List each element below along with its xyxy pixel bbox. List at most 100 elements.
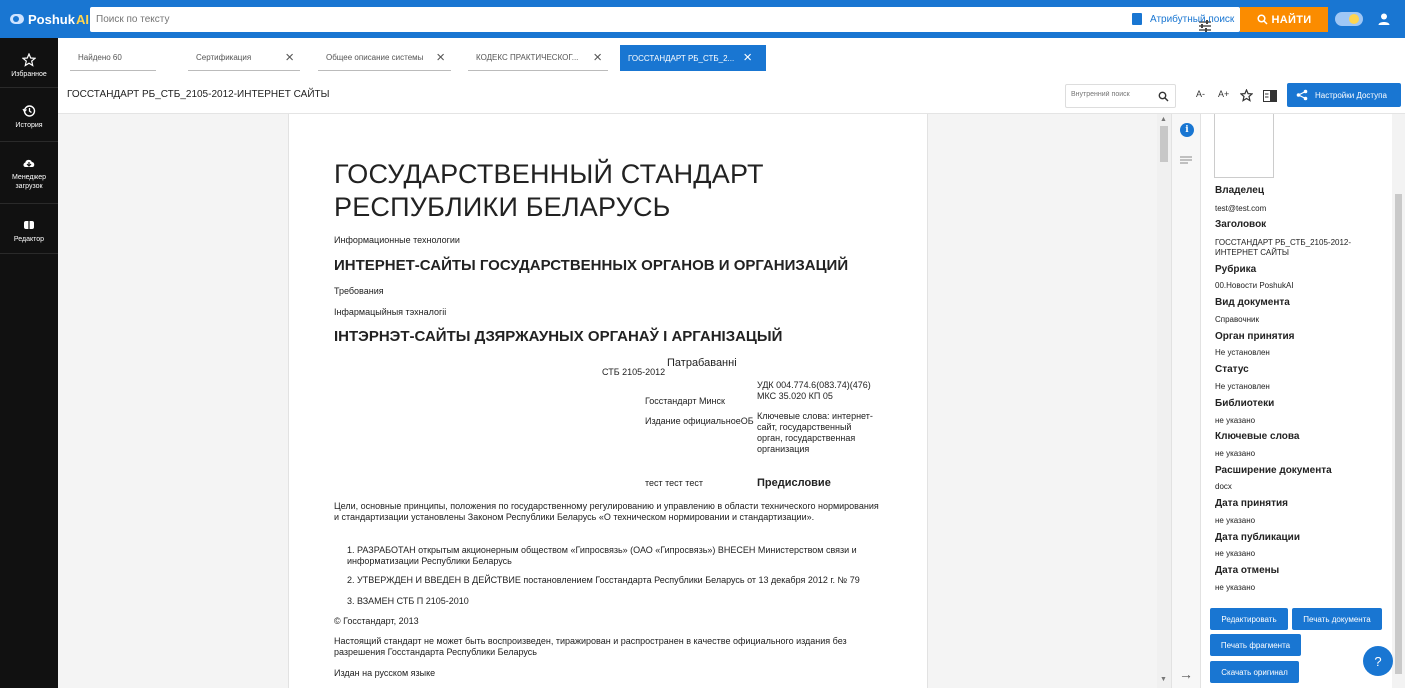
font-increase-button[interactable]: A+ <box>1218 89 1229 99</box>
doc-test: тест тест тест <box>645 478 703 488</box>
sidebar: Избранное История Менеджер загрузок Реда… <box>0 38 58 688</box>
logo-icon <box>10 14 24 24</box>
tab-system-description[interactable]: Общее описание системы × <box>318 45 451 71</box>
user-icon[interactable] <box>1377 12 1391 26</box>
meta-label: Орган принятия <box>1215 331 1295 342</box>
doc-notice: Настоящий стандарт не может быть воспрои… <box>334 636 847 657</box>
arrow-right-icon[interactable]: → <box>1179 666 1193 682</box>
share-icon <box>1296 89 1308 101</box>
attribute-search-button[interactable]: Атрибутный поиск <box>1132 12 1234 26</box>
close-icon[interactable]: × <box>285 50 294 65</box>
doc-language: Издан на русском языке <box>334 668 436 678</box>
doc-goals-paragraph: Цели, основные принципы, положения по го… <box>334 501 879 522</box>
sidebar-item-label: Редактор <box>13 236 45 243</box>
meta-label: Дата принятия <box>1215 498 1288 509</box>
search-input[interactable] <box>96 11 996 28</box>
meta-label: Рубрика <box>1215 264 1257 275</box>
close-icon[interactable]: × <box>593 50 602 65</box>
doc-requirements: Требования <box>334 286 384 296</box>
find-button-label: НАЙТИ <box>1271 13 1312 26</box>
document-icon <box>1132 13 1142 25</box>
cloud-download-icon <box>23 159 35 167</box>
doc-foreword: Предисловие <box>757 477 831 489</box>
document-thumbnail[interactable] <box>1214 114 1274 178</box>
meta-label: Библиотеки <box>1215 398 1275 409</box>
sidebar-item-label: Избранное <box>11 71 47 78</box>
sidebar-item-editor[interactable]: Редактор <box>0 204 58 254</box>
print-fragment-button[interactable]: Печать фрагмента <box>1210 634 1301 656</box>
font-decrease-button[interactable]: A- <box>1196 89 1205 99</box>
doc-list-item-2: 2. УТВЕРЖДЕН И ВВЕДЕН В ДЕЙСТВИЕ постано… <box>347 575 860 585</box>
search-icon <box>1256 14 1268 25</box>
close-icon[interactable]: × <box>743 50 752 65</box>
search-icon[interactable] <box>1158 91 1169 102</box>
reader-mode-icon[interactable] <box>1263 90 1277 102</box>
metadata-scrollbar[interactable] <box>1392 114 1405 688</box>
doc-gosstandart-minsk: Госстандарт Минск <box>645 396 725 406</box>
history-icon <box>22 105 36 117</box>
meta-label: Заголовок <box>1215 219 1267 230</box>
help-button[interactable]: ? <box>1363 646 1393 676</box>
theme-toggle[interactable] <box>1335 12 1363 26</box>
meta-label: Статус <box>1215 364 1249 375</box>
doc-mks: МКС 35.020 КП 05 <box>757 391 833 401</box>
editor-icon <box>24 221 34 229</box>
meta-label: Дата отмены <box>1215 565 1280 576</box>
logo-ai-text: AI <box>75 11 89 27</box>
tab-practice-code[interactable]: КОДЕКС ПРАКТИЧЕСКОГ... × <box>468 45 608 71</box>
scroll-down-icon[interactable]: ▼ <box>1160 676 1167 683</box>
document-header: ГОССТАНДАРТ РБ_СТБ_2105-2012-ИНТЕРНЕТ СА… <box>58 74 1405 114</box>
meta-value: 00.Новости PoshukAI <box>1215 281 1294 290</box>
tab-label: КОДЕКС ПРАКТИЧЕСКОГ... <box>476 53 579 62</box>
edit-button[interactable]: Редактировать <box>1210 608 1288 630</box>
doc-patrabavanni: Патрабаванні <box>667 357 737 369</box>
meta-value: не указано <box>1215 583 1256 592</box>
list-icon[interactable] <box>1180 156 1192 166</box>
tab-label: Сертификация <box>196 53 252 62</box>
scrollbar-thumb[interactable] <box>1395 194 1402 674</box>
doc-keywords: Ключевые слова: интернет-сайт, государст… <box>757 411 873 454</box>
sidebar-item-favorites[interactable]: Избранное <box>0 38 58 88</box>
meta-value: не указано <box>1215 516 1256 525</box>
document-scrollbar[interactable]: ▲ ▼ <box>1157 114 1171 688</box>
search-box: Атрибутный поиск <box>90 7 1240 32</box>
logo-text: Poshuk <box>28 11 75 27</box>
doc-list-item-1: 1. РАЗРАБОТАН открытым акционерным общес… <box>347 545 857 566</box>
find-button[interactable]: НАЙТИ <box>1240 7 1328 32</box>
star-icon <box>22 53 36 67</box>
close-icon[interactable]: × <box>436 50 445 65</box>
scrollbar-thumb[interactable] <box>1160 126 1168 162</box>
attribute-search-label: Атрибутный поиск <box>1150 13 1235 25</box>
print-document-button[interactable]: Печать документа <box>1292 608 1382 630</box>
sidebar-item-downloads[interactable]: Менеджер загрузок <box>0 142 58 204</box>
sidebar-item-label: История <box>15 122 43 129</box>
access-settings-label: Настройки Доступа <box>1315 90 1387 100</box>
inner-search-input[interactable] <box>1071 91 1151 98</box>
doc-copyright: © Госстандарт, 2013 <box>334 616 419 626</box>
tab-label: ГОССТАНДАРТ РБ_СТБ_2... <box>628 53 735 63</box>
doc-title-line1: ГОСУДАРСТВЕННЫЙ СТАНДАРТ <box>334 159 764 189</box>
sidebar-item-history[interactable]: История <box>0 88 58 142</box>
info-icon[interactable]: i <box>1180 123 1194 137</box>
document-title: ГОССТАНДАРТ РБ_СТБ_2105-2012-ИНТЕРНЕТ СА… <box>67 89 330 100</box>
tab-search-results[interactable]: Найдено 60 <box>70 45 156 71</box>
panel-icon-strip: i → <box>1171 114 1201 688</box>
meta-value: не указано <box>1215 416 1256 425</box>
access-settings-button[interactable]: Настройки Доступа <box>1287 83 1401 107</box>
meta-value: Не установлен <box>1215 382 1270 391</box>
tab-label: Найдено 60 <box>78 53 122 62</box>
meta-value: Справочник <box>1215 315 1259 324</box>
tab-certification[interactable]: Сертификация × <box>188 45 300 71</box>
app-logo[interactable]: Poshuk AI <box>10 10 89 28</box>
doc-udk: УДК 004.774.6(083.74)(476) <box>757 380 871 390</box>
tab-gosstandart[interactable]: ГОССТАНДАРТ РБ_СТБ_2... × <box>620 45 766 71</box>
tab-bar: Найдено 60 Сертификация × Общее описание… <box>58 38 1405 74</box>
doc-edition: Издание официальноеОБ <box>645 416 754 426</box>
favorite-star-icon[interactable] <box>1240 89 1253 102</box>
download-original-button[interactable]: Скачать оригинал <box>1210 661 1299 683</box>
doc-subtitle-ru: Информационные технологии <box>334 235 460 245</box>
scroll-up-icon[interactable]: ▲ <box>1160 116 1167 123</box>
top-bar: PoshukAI Атрибутный поиск НАЙТИ <box>0 0 1405 38</box>
document-viewer: ГОСУДАРСТВЕННЫЙ СТАНДАРТ РЕСПУБЛИКИ БЕЛА… <box>58 114 1171 688</box>
doc-subtitle-by: Інфармацыйныя тэхналогіі <box>334 307 447 317</box>
